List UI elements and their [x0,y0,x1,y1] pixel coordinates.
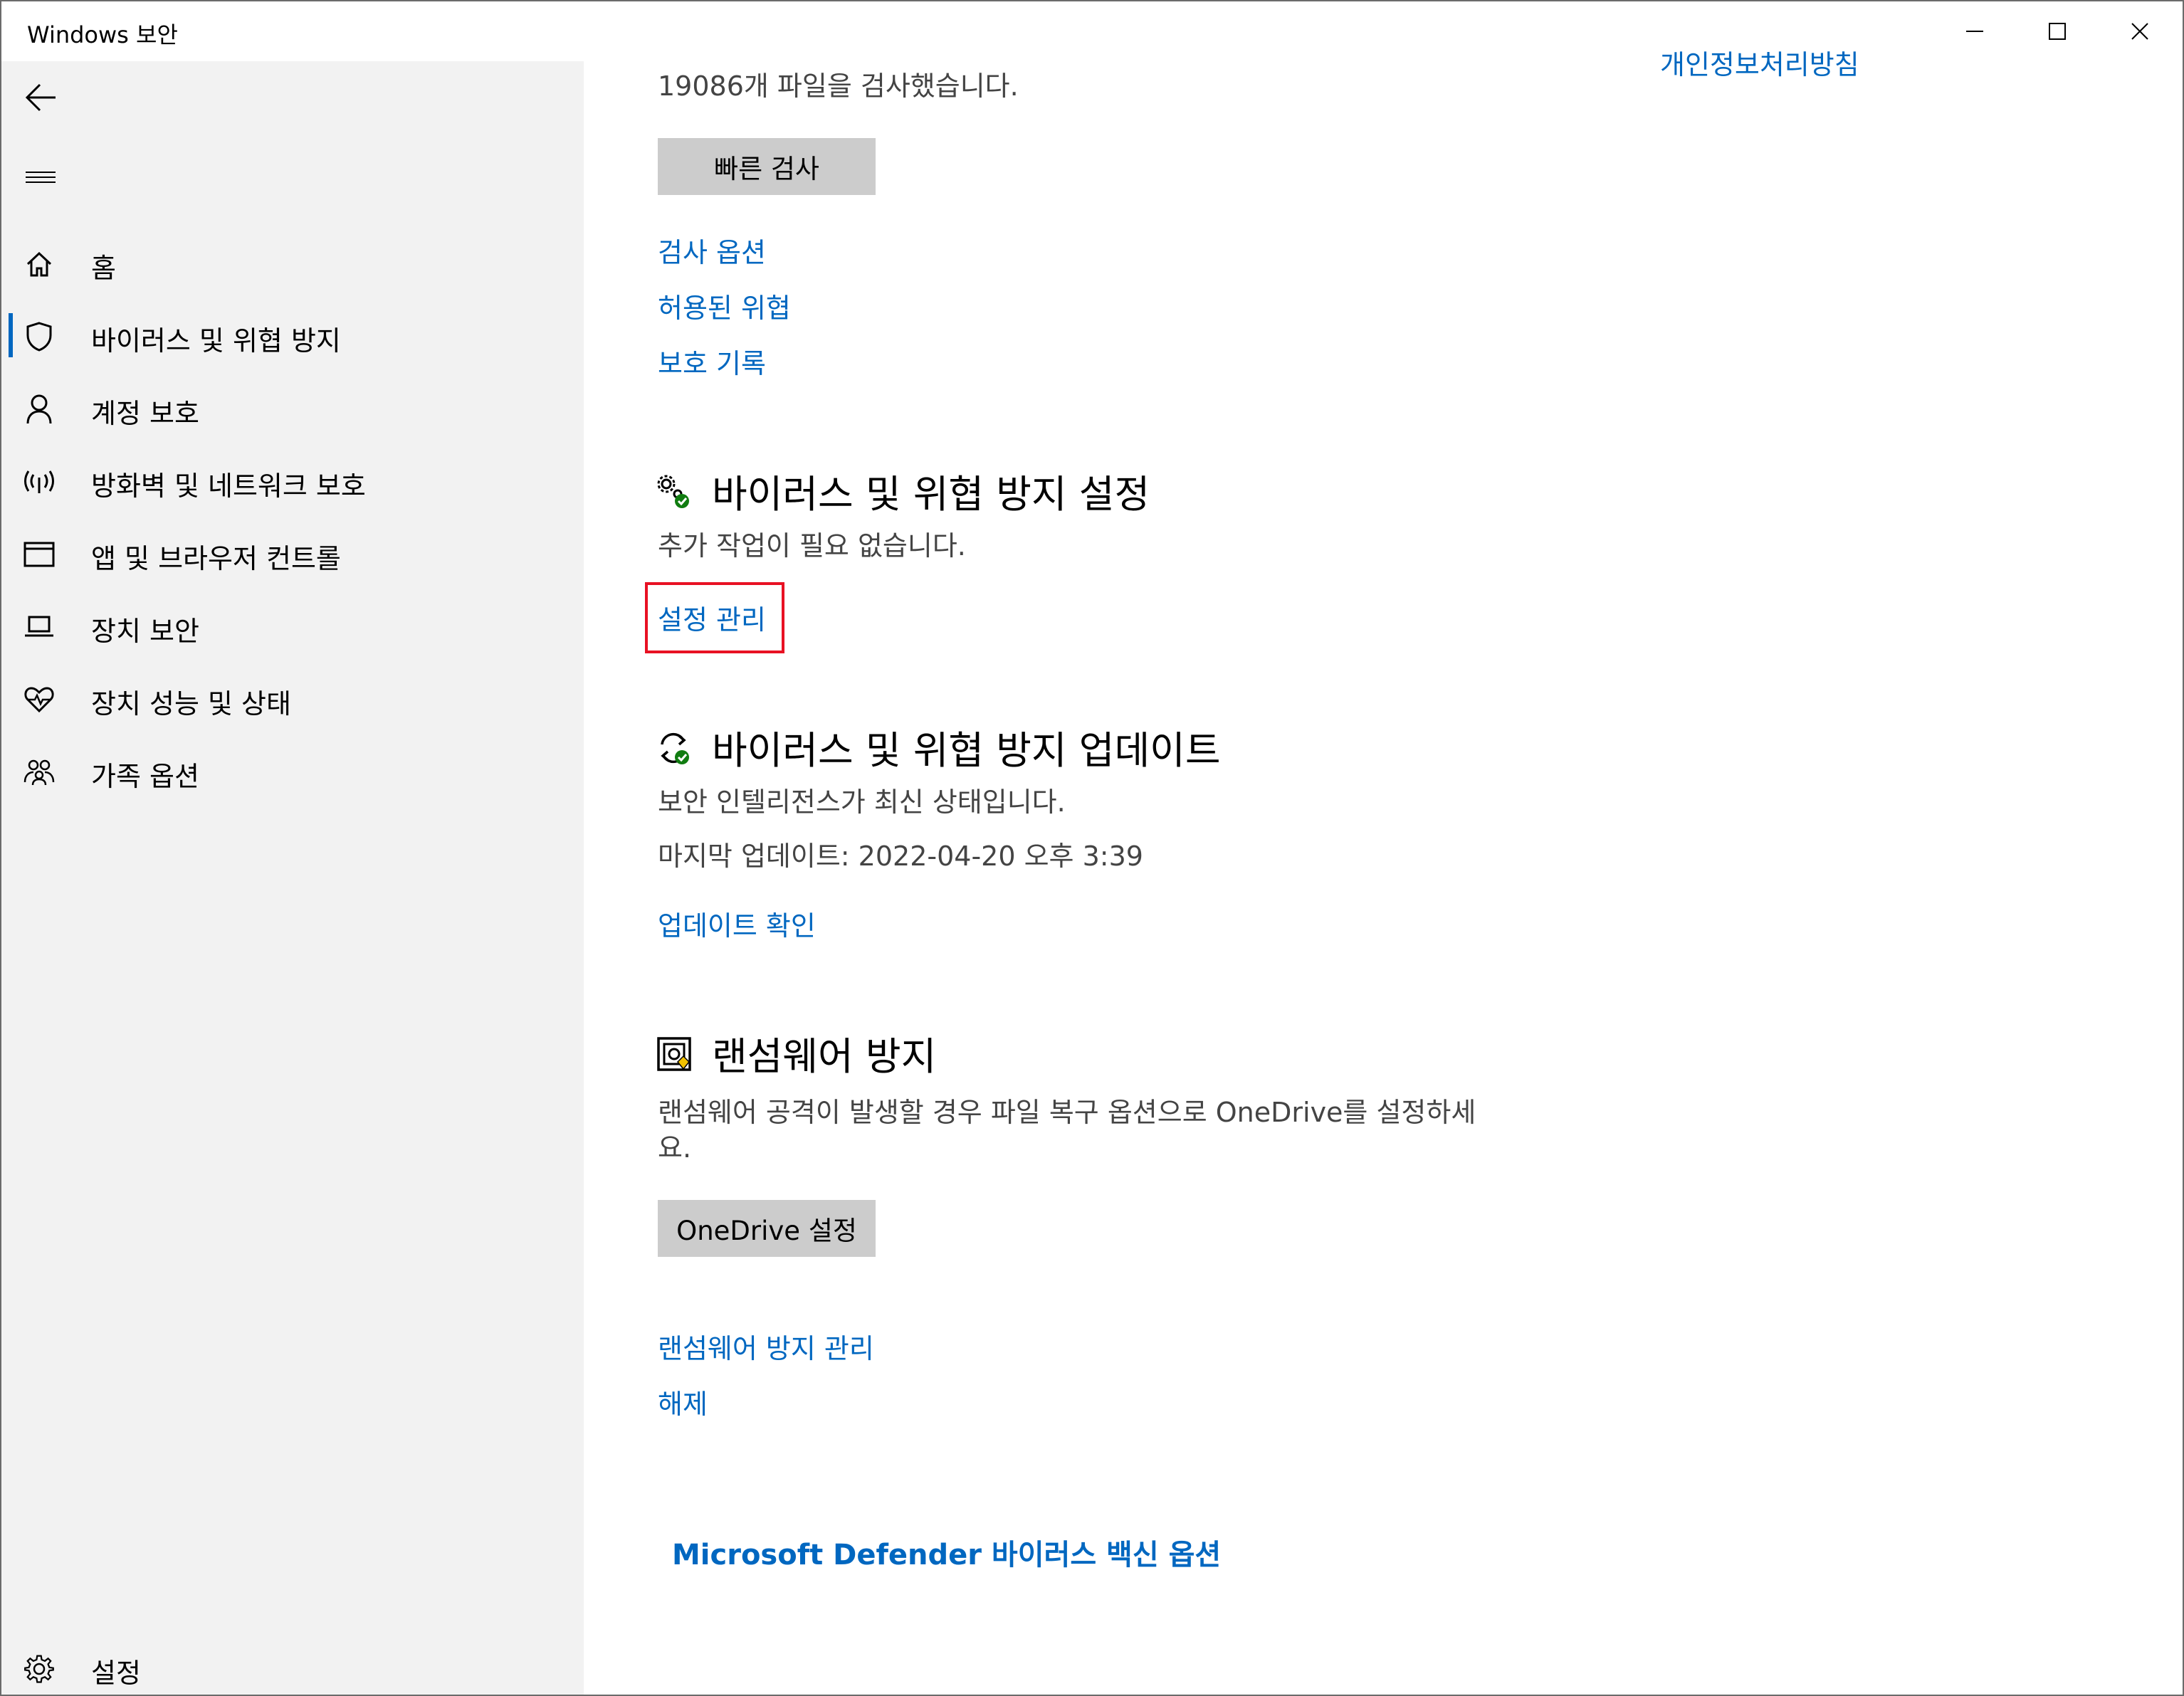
family-icon [23,756,56,789]
settings-section-title: 바이러스 및 위협 방지 설정 [712,472,1150,517]
back-arrow-icon [25,83,56,112]
window-title: Windows 보안 [27,21,178,48]
sidebar-item-device-security[interactable]: 장치 보안 [1,592,584,660]
sidebar-item-account-protection[interactable]: 계정 보호 [1,374,584,443]
wifi-broadcast-icon [23,465,56,498]
sidebar-item-label: 앱 및 브라우저 컨트롤 [91,543,341,574]
settings-gears-check-icon [657,475,689,508]
hamburger-menu-button[interactable] [17,154,64,201]
defender-antivirus-options-link[interactable]: Microsoft Defender 바이러스 백신 옵션 [672,1532,1221,1573]
gear-icon [23,1653,56,1685]
shield-icon [23,320,56,353]
heart-pulse-icon [23,683,56,716]
close-button[interactable] [2099,1,2181,61]
sidebar-item-label: 바이러스 및 위협 방지 [91,325,341,357]
sidebar: 홈 바이러스 및 위협 방지 계정 보호 방화벽 및 네트워크 보호 앱 및 브… [1,61,584,1695]
sidebar-item-firewall[interactable]: 방화벽 및 네트워크 보호 [1,447,584,515]
browser-window-icon [23,538,56,571]
hamburger-icon [26,172,56,183]
privacy-policy-link[interactable]: 개인정보처리방침 [1660,43,1859,82]
main-content: 개인정보처리방침 19086개 파일을 검사했습니다. 빠른 검사 검사 옵션 … [584,49,2183,1695]
sidebar-item-label: 계정 보호 [91,398,199,429]
dismiss-link[interactable]: 해제 [658,1382,708,1421]
allowed-threats-link[interactable]: 허용된 위협 [658,286,791,325]
person-icon [23,393,56,426]
sidebar-item-virus-protection[interactable]: 바이러스 및 위협 방지 [1,302,584,370]
back-button[interactable] [17,74,64,121]
ransomware-section-title: 랜섬웨어 방지 [712,1034,937,1079]
update-refresh-check-icon [661,732,689,764]
check-updates-link[interactable]: 업데이트 확인 [658,904,816,943]
manage-ransomware-protection-link[interactable]: 랜섬웨어 방지 관리 [658,1327,874,1366]
onedrive-setup-button[interactable]: OneDrive 설정 [658,1200,876,1257]
update-section-title: 바이러스 및 위협 방지 업데이트 [712,728,1221,773]
sidebar-item-home[interactable]: 홈 [1,229,584,297]
minimize-button[interactable] [1933,1,2016,61]
maximize-icon [2049,23,2066,40]
selection-indicator [9,313,13,357]
scan-status-text: 19086개 파일을 검사했습니다. [658,70,1019,102]
laptop-icon [23,611,56,643]
sidebar-item-label: 장치 보안 [91,616,199,647]
protection-history-link[interactable]: 보호 기록 [658,342,766,381]
sidebar-item-family-options[interactable]: 가족 옵션 [1,737,584,806]
scan-options-link[interactable]: 검사 옵션 [658,231,766,270]
sidebar-item-device-performance[interactable]: 장치 성능 및 상태 [1,665,584,733]
last-update-text: 마지막 업데이트: 2022-04-20 오후 3:39 [658,841,1143,872]
settings-status-text: 추가 작업이 필요 없습니다. [658,530,966,562]
sidebar-item-label: 방화벽 및 네트워크 보호 [91,470,366,502]
sidebar-item-app-browser-control[interactable]: 앱 및 브라우저 컨트롤 [1,520,584,588]
maximize-button[interactable] [2016,1,2099,61]
minimize-icon [1966,31,1983,32]
sidebar-item-settings[interactable]: 설정 [1,1634,584,1695]
ransomware-shield-icon [657,1037,691,1071]
windows-security-window: Windows 보안 홈 바이러스 및 위협 방지 계정 보호 방화벽 및 네트… [0,0,2184,1696]
sidebar-item-label: 설정 [91,1658,141,1689]
sidebar-item-label: 장치 성능 및 상태 [91,688,291,720]
sidebar-item-label: 홈 [91,253,116,284]
close-icon [2131,23,2148,40]
home-icon [23,248,56,280]
sidebar-item-label: 가족 옵션 [91,761,199,792]
ransomware-description-line1: 랜섬웨어 공격이 발생할 경우 파일 복구 옵션으로 OneDrive를 설정하… [658,1097,1476,1128]
update-status-text: 보안 인텔리전스가 최신 상태입니다. [658,786,1066,818]
quick-scan-button[interactable]: 빠른 검사 [658,138,876,195]
ransomware-description-line2: 요. [658,1132,692,1164]
highlight-box [645,582,784,653]
